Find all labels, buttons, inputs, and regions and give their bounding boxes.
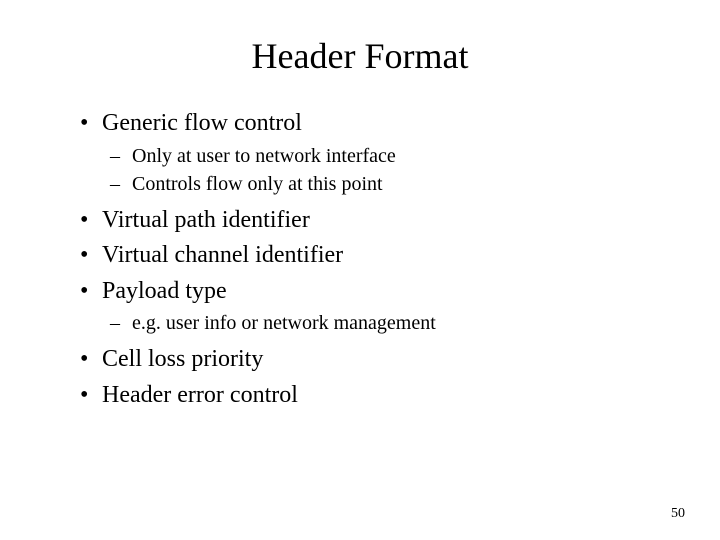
- subbullet-user-info: e.g. user info or network management: [110, 310, 670, 337]
- subbullet-uni: Only at user to network interface: [110, 143, 670, 170]
- bullet-payload-type: Payload type: [80, 275, 670, 309]
- slide-title: Header Format: [50, 35, 670, 77]
- slide-content: Generic flow control Only at user to net…: [50, 107, 670, 413]
- bullet-generic-flow-control: Generic flow control: [80, 107, 670, 141]
- bullet-vpi: Virtual path identifier: [80, 204, 670, 238]
- slide: Header Format Generic flow control Only …: [0, 0, 720, 540]
- bullet-clp: Cell loss priority: [80, 343, 670, 377]
- bullet-hec: Header error control: [80, 379, 670, 413]
- page-number: 50: [671, 506, 685, 522]
- subbullet-controls-flow: Controls flow only at this point: [110, 171, 670, 198]
- sub-group: Only at user to network interface Contro…: [80, 143, 670, 198]
- sub-group: e.g. user info or network management: [80, 310, 670, 337]
- bullet-vci: Virtual channel identifier: [80, 239, 670, 273]
